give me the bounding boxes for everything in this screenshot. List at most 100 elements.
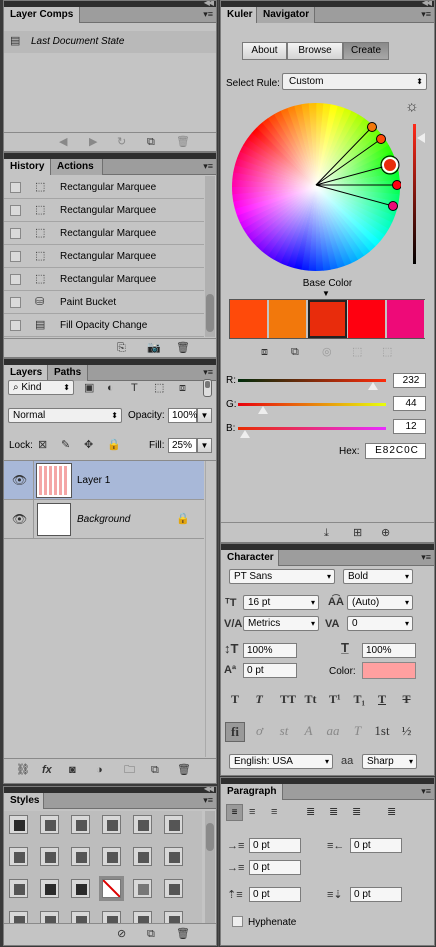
tracking-field[interactable]: 0 ▾	[347, 616, 413, 631]
b-field[interactable]: 12	[393, 419, 426, 434]
tab-navigator[interactable]: Navigator	[257, 7, 315, 23]
b-slider[interactable]	[238, 427, 386, 430]
style-swatch[interactable]	[9, 815, 28, 834]
tab-paths[interactable]: Paths	[48, 365, 88, 381]
adjustment-filter-icon[interactable]: ◐	[107, 382, 114, 394]
style-swatch[interactable]	[164, 815, 183, 834]
style-swatch[interactable]	[40, 911, 59, 923]
style-swatch[interactable]	[40, 815, 59, 834]
lock-image-brush-icon[interactable]: ✎	[61, 439, 70, 451]
next-comp-icon[interactable]: ▶	[89, 136, 97, 148]
tab-kuler[interactable]: Kuler	[221, 7, 257, 23]
collapse-icon[interactable]: ◀◀	[204, 1, 214, 7]
r-field[interactable]: 232	[393, 373, 426, 388]
discretionary-ligatures-button[interactable]: st	[274, 722, 294, 742]
layer-row-background[interactable]: 👁 Background 🔒	[4, 500, 204, 539]
link-layers-icon[interactable]: ⛓	[16, 764, 30, 776]
fill-field[interactable]: 25%	[168, 438, 197, 453]
align-left-button[interactable]: ≡	[226, 804, 243, 821]
history-item[interactable]: ⛁ Paint Bucket	[4, 291, 204, 314]
stylistic-alternates-button[interactable]: aa	[323, 722, 343, 742]
style-swatch[interactable]	[133, 911, 152, 923]
style-swatch[interactable]	[71, 879, 90, 898]
panel-menu-icon[interactable]: ▾≡	[203, 367, 213, 378]
lock-position-icon[interactable]: ✥	[84, 439, 93, 451]
opacity-field[interactable]: 100%	[168, 408, 198, 423]
new-comp-icon[interactable]: ⧉	[147, 136, 155, 148]
shape-filter-icon[interactable]: ⬚	[154, 382, 164, 394]
new-style-icon[interactable]: ⧉	[147, 928, 155, 940]
style-swatch[interactable]	[164, 911, 183, 923]
hex-field[interactable]: E82C0C	[365, 443, 426, 459]
collapse-icon[interactable]: ◀◀	[422, 1, 432, 7]
base-color-swatch[interactable]	[308, 300, 347, 338]
type-filter-icon[interactable]: T	[131, 382, 138, 394]
blend-mode-select[interactable]: Normal ⬍	[8, 408, 122, 423]
titling-alternates-button[interactable]: T	[348, 722, 368, 742]
baseline-shift-field[interactable]: 0 pt	[243, 663, 297, 678]
all-caps-button[interactable]: TT	[280, 693, 296, 705]
justify-last-right-icon[interactable]: ≣	[352, 806, 361, 818]
panel-menu-icon[interactable]: ▾≡	[421, 9, 431, 20]
harmony-marker[interactable]	[367, 122, 377, 132]
kerning-select[interactable]: Metrics ▾	[243, 616, 319, 631]
collapse-icon[interactable]: ◀◀	[204, 787, 214, 793]
panel-menu-icon[interactable]: ▾≡	[203, 161, 213, 172]
lock-all-icon[interactable]: 🔒	[107, 439, 121, 451]
strikethrough-button[interactable]: T	[403, 693, 411, 705]
camera-icon[interactable]: 📷	[147, 342, 161, 354]
panel-menu-icon[interactable]: ▾≡	[203, 795, 213, 806]
color-swatch[interactable]	[230, 300, 269, 338]
swash-button[interactable]: A	[299, 722, 319, 742]
color-swatch[interactable]	[386, 300, 425, 338]
clear-style-icon[interactable]: ⊘	[117, 928, 126, 940]
duplicate-swatch-icon[interactable]: ⧉	[291, 346, 299, 358]
create-button[interactable]: Create	[343, 42, 389, 60]
tab-paragraph[interactable]: Paragraph	[221, 784, 283, 800]
new-layer-icon[interactable]: ⧉	[151, 764, 159, 776]
select-rule-dropdown[interactable]: Custom ⬍	[282, 73, 427, 90]
style-swatch[interactable]	[102, 815, 121, 834]
style-swatch[interactable]	[40, 879, 59, 898]
tab-layers[interactable]: Layers	[4, 365, 48, 381]
layer-comp-row[interactable]: ▤ Last Document State	[4, 31, 216, 53]
color-swatch[interactable]	[269, 300, 308, 338]
filter-toggle[interactable]	[203, 379, 212, 397]
g-field[interactable]: 44	[393, 396, 426, 411]
history-snapshot-checkbox[interactable]	[10, 297, 21, 308]
standard-ligatures-button[interactable]: fi	[225, 722, 245, 742]
color-wheel[interactable]	[231, 102, 401, 272]
brightness-slider-thumb[interactable]	[417, 133, 425, 143]
swatch-option-icon[interactable]: ⬚	[382, 346, 392, 358]
history-snapshot-checkbox[interactable]	[10, 274, 21, 285]
font-size-field[interactable]: 16 pt ▾	[243, 595, 319, 610]
history-snapshot-checkbox[interactable]	[10, 320, 21, 331]
scroll-thumb[interactable]	[206, 823, 214, 851]
small-caps-button[interactable]: Tt	[305, 693, 317, 705]
history-snapshot-checkbox[interactable]	[10, 205, 21, 216]
folder-icon[interactable]: 🗀	[124, 764, 135, 776]
hyphenate-checkbox[interactable]	[232, 916, 243, 927]
tab-character[interactable]: Character	[221, 550, 279, 566]
style-swatch[interactable]	[71, 911, 90, 923]
style-swatch[interactable]	[9, 911, 28, 923]
style-swatch[interactable]	[164, 879, 183, 898]
visibility-eye-icon[interactable]: 👁	[12, 512, 27, 526]
add-to-swatches-icon[interactable]: ⧈	[261, 346, 268, 358]
history-item[interactable]: ⬚ Rectangular Marquee	[4, 176, 204, 199]
trash-icon[interactable]: 🗑	[176, 342, 190, 354]
superscript-button[interactable]: T¹	[329, 693, 341, 705]
trash-icon[interactable]: 🗑	[176, 136, 190, 148]
add-swatches-icon[interactable]: ⊞	[353, 527, 362, 539]
tab-styles[interactable]: Styles	[4, 793, 44, 809]
tab-actions[interactable]: Actions	[51, 159, 103, 175]
style-swatch[interactable]	[133, 815, 152, 834]
r-slider[interactable]	[238, 379, 386, 382]
new-document-from-state-icon[interactable]: ⎘	[117, 342, 126, 354]
antialias-select[interactable]: Sharp ▾	[362, 754, 417, 769]
ordinals-button[interactable]: 1st	[372, 722, 392, 742]
about-button[interactable]: About	[242, 42, 287, 60]
browse-button[interactable]: Browse	[287, 42, 343, 60]
faux-bold-button[interactable]: T	[231, 693, 239, 705]
update-comp-icon[interactable]: ↻	[117, 136, 126, 148]
